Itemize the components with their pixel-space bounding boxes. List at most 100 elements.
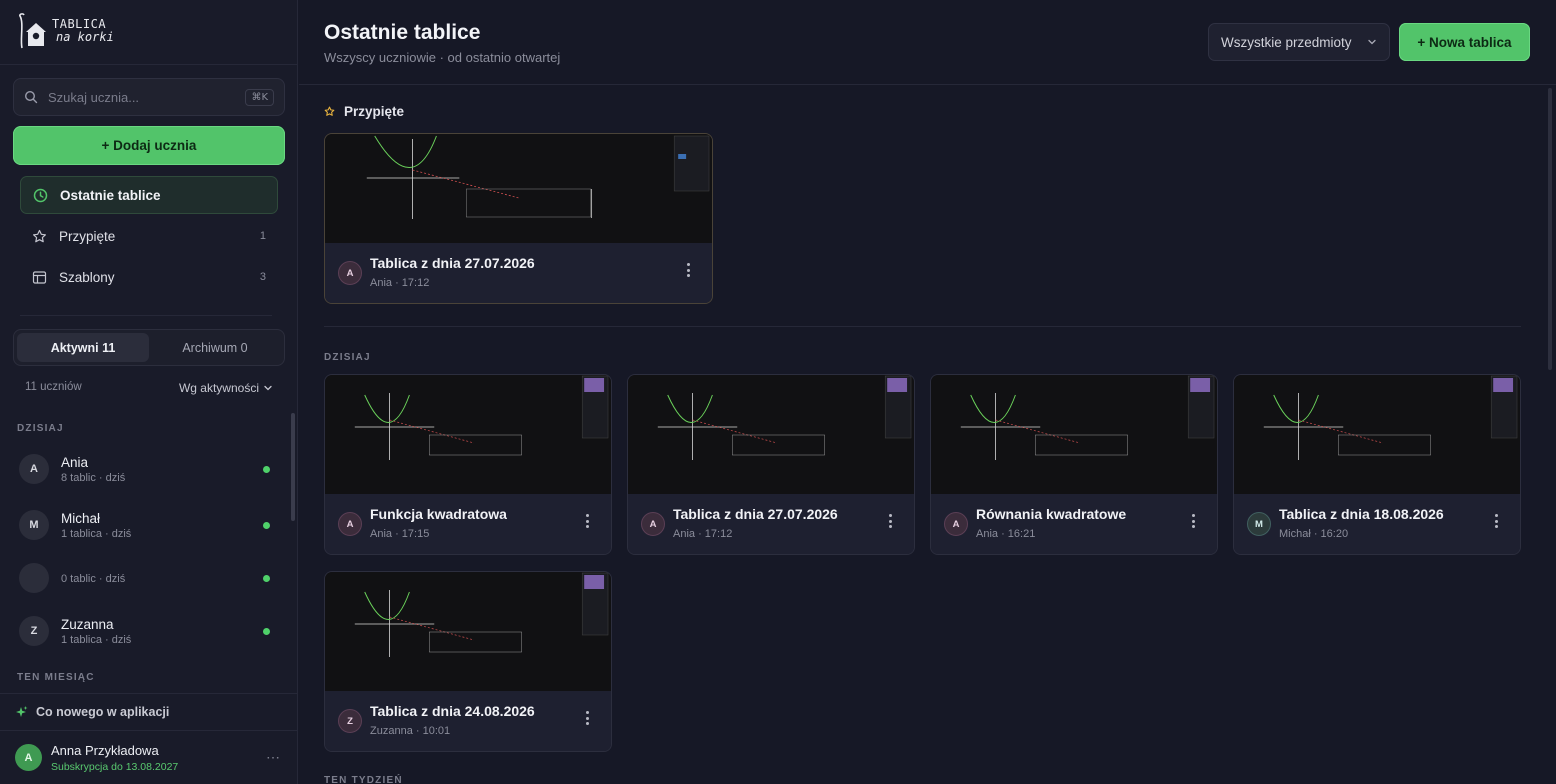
kebab-menu-icon[interactable] [686, 263, 690, 277]
nav-pinned[interactable]: Przypięte 1 [20, 217, 278, 255]
board-meta: Ania · 17:12 [370, 277, 430, 289]
kebab-menu-icon[interactable] [1494, 514, 1498, 528]
avatar: A [15, 744, 42, 771]
student-item[interactable]: M Michał 1 tablica · dziś [19, 503, 274, 547]
student-meta: 1 tablica · dziś [61, 633, 132, 646]
clock-icon [33, 188, 48, 203]
section-divider [324, 326, 1521, 327]
kebab-menu-icon[interactable] [585, 514, 589, 528]
shortcut-badge: ⌘K [245, 88, 274, 106]
main-scrollbar[interactable] [1548, 88, 1552, 370]
more-icon[interactable]: ⋯ [266, 749, 281, 766]
board-card[interactable]: A Równania kwadratowe Ania · 16:21 [930, 374, 1218, 555]
new-board-button[interactable]: + Nowa tablica [1399, 23, 1530, 61]
board-meta: Ania · 17:12 [673, 528, 733, 540]
avatar: Z [338, 709, 362, 733]
logo-icon [19, 13, 46, 49]
board-card[interactable]: A Funkcja kwadratowa Ania · 17:15 [324, 374, 612, 555]
subscription-status: Subskrypcja do 13.08.2027 [51, 760, 179, 773]
board-card-footer: A Tablica z dnia 27.07.2026 Ania · 17:12 [325, 243, 712, 303]
student-name: Zuzanna [61, 616, 114, 632]
add-student-button[interactable]: + Dodaj ucznia [13, 126, 285, 165]
avatar: A [19, 454, 49, 484]
board-title: Równania kwadratowe [976, 506, 1127, 522]
board-thumbnail [325, 572, 611, 692]
whats-new-label: Co nowego w aplikacji [36, 705, 170, 719]
kebab-menu-icon[interactable] [1191, 514, 1195, 528]
sort-dropdown[interactable]: Wg aktywności [179, 381, 273, 395]
online-indicator [263, 521, 270, 529]
board-title: Funkcja kwadratowa [370, 506, 507, 522]
student-list-header: 11 uczniów Wg aktywności [25, 381, 273, 395]
avatar: Z [19, 616, 49, 646]
avatar: A [338, 261, 362, 285]
board-card[interactable]: A Tablica z dnia 27.07.2026 Ania · 17:12 [324, 133, 713, 304]
nav-recent-boards[interactable]: Ostatnie tablice [20, 176, 278, 214]
kebab-menu-icon[interactable] [888, 514, 892, 528]
board-card-footer: A Tablica z dnia 27.07.2026 Ania · 17:12 [628, 494, 914, 554]
board-meta: Zuzanna · 10:01 [370, 725, 451, 737]
group-label-today: DZISIAJ [17, 423, 64, 434]
board-thumbnail [628, 375, 914, 495]
board-thumbnail [325, 134, 712, 244]
board-thumbnail [325, 375, 611, 495]
board-meta: Ania · 17:15 [370, 528, 430, 540]
sparkle-icon [16, 706, 28, 717]
tab-active-students[interactable]: Aktywni 11 [17, 333, 149, 362]
online-indicator [263, 627, 270, 635]
student-meta: 1 tablica · dziś [61, 527, 132, 540]
student-item[interactable]: Z Zuzanna 1 tablica · dziś [19, 609, 274, 653]
board-card-footer: A Równania kwadratowe Ania · 16:21 [931, 494, 1217, 554]
board-title: Tablica z dnia 27.07.2026 [370, 255, 535, 271]
template-icon [32, 270, 47, 285]
star-icon [324, 106, 335, 116]
app-logo[interactable]: TABLICA na korki [14, 12, 114, 50]
board-card[interactable]: M Tablica z dnia 18.08.2026 Michał · 16:… [1233, 374, 1521, 555]
board-meta: Michał · 16:20 [1279, 528, 1349, 540]
kebab-menu-icon[interactable] [585, 711, 589, 725]
board-card-footer: M Tablica z dnia 18.08.2026 Michał · 16:… [1234, 494, 1520, 554]
search-box[interactable]: ⌘K [13, 78, 285, 116]
board-card[interactable]: Z Tablica z dnia 24.08.2026 Zuzanna · 10… [324, 571, 612, 752]
sidebar-scrollbar[interactable] [291, 413, 295, 521]
pinned-section-header: Przypięte [324, 104, 404, 119]
online-indicator [263, 574, 270, 582]
chevron-down-icon [264, 385, 272, 391]
student-item[interactable]: 0 tablic · dziś [19, 556, 274, 600]
logo-subtitle: na korki [56, 30, 114, 44]
student-meta: 8 tablic · dziś [61, 471, 126, 484]
student-count: 11 uczniów [25, 381, 82, 393]
student-status-tabs: Aktywni 11 Archiwum 0 [13, 329, 285, 366]
student-meta: 0 tablic · dziś [61, 573, 126, 585]
nav-label: Ostatnie tablice [60, 187, 161, 203]
avatar: A [338, 512, 362, 536]
board-meta: Ania · 16:21 [976, 528, 1036, 540]
user-profile[interactable]: A Anna Przykładowa Subskrypcja do 13.08.… [0, 730, 298, 784]
nav-templates[interactable]: Szablony 3 [20, 258, 278, 296]
avatar: A [641, 512, 665, 536]
nav-count: 3 [259, 271, 266, 283]
subject-filter-value: Wszystkie przedmioty [1221, 34, 1352, 50]
student-item[interactable]: A Ania 8 tablic · dziś [19, 447, 274, 491]
tab-archive[interactable]: Archiwum 0 [149, 333, 281, 362]
page-subtitle: Wszyscy uczniowie · od ostatnio otwartej [324, 50, 561, 65]
nav-count: 1 [259, 230, 266, 242]
sort-label: Wg aktywności [178, 381, 259, 395]
divider [20, 315, 272, 316]
avatar: M [19, 510, 49, 540]
main-content: Ostatnie tablice Wszyscy uczniowie · od … [299, 0, 1556, 784]
pinned-label: Przypięte [344, 104, 405, 119]
chevron-down-icon [1368, 39, 1376, 45]
board-card[interactable]: A Tablica z dnia 27.07.2026 Ania · 17:12 [627, 374, 915, 555]
star-icon [32, 229, 47, 244]
avatar [19, 563, 49, 593]
page-title: Ostatnie tablice [324, 21, 481, 44]
subject-filter-select[interactable]: Wszystkie przedmioty [1208, 23, 1390, 61]
board-title: Tablica z dnia 27.07.2026 [673, 506, 838, 522]
sidebar: TABLICA na korki ⌘K + Dodaj ucznia Ostat… [0, 0, 298, 784]
group-label-week: TEN TYDZIEŃ [324, 775, 403, 784]
whats-new-link[interactable]: Co nowego w aplikacji [0, 693, 298, 730]
group-label-today: DZISIAJ [324, 352, 371, 363]
search-input[interactable] [48, 89, 246, 105]
online-indicator [263, 465, 270, 473]
